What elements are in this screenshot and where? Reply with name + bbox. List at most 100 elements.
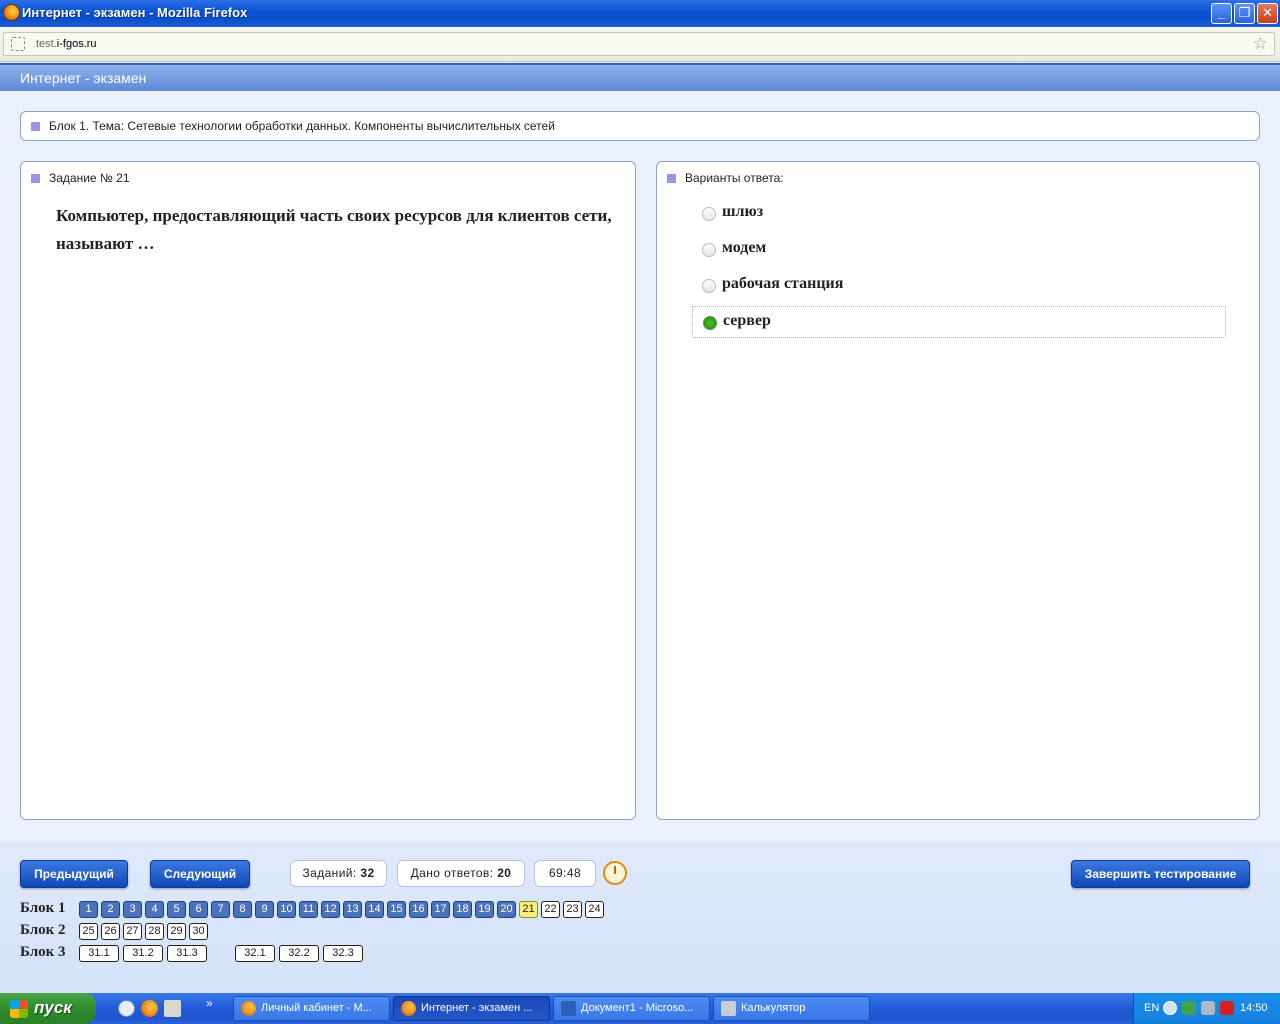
radio-button[interactable] bbox=[702, 207, 716, 221]
taskbar-task[interactable]: Личный кабинет - М... bbox=[233, 996, 390, 1021]
question-nav-21[interactable]: 21 bbox=[519, 901, 538, 918]
question-nav-7[interactable]: 7 bbox=[211, 901, 230, 918]
page-header-title: Интернет - экзамен bbox=[20, 70, 147, 86]
bullet-icon bbox=[31, 122, 40, 132]
navigation-bar: test.i-fgos.ru ☆ bbox=[0, 27, 1280, 62]
question-nav-2[interactable]: 2 bbox=[101, 901, 120, 918]
firefox-quicklaunch-icon[interactable] bbox=[141, 1000, 158, 1017]
firefox-icon bbox=[3, 4, 20, 21]
window-titlebar: Интернет - экзамен - Mozilla Firefox _ ❐… bbox=[0, 0, 1280, 27]
url-field[interactable]: test.i-fgos.ru ☆ bbox=[3, 32, 1275, 56]
answer-option-label: рабочая станция bbox=[722, 275, 844, 292]
question-nav-4[interactable]: 4 bbox=[145, 901, 164, 918]
taskbar-task[interactable]: Интернет - экзамен ... bbox=[393, 996, 550, 1021]
question-nav-17[interactable]: 17 bbox=[431, 901, 450, 918]
question-nav-16[interactable]: 16 bbox=[409, 901, 428, 918]
question-nav-31.1[interactable]: 31.1 bbox=[79, 945, 119, 962]
maximize-button[interactable]: ❐ bbox=[1234, 3, 1255, 24]
finish-test-button[interactable]: Завершить тестирование bbox=[1071, 860, 1250, 888]
question-nav-31.3[interactable]: 31.3 bbox=[167, 945, 207, 962]
bullet-icon bbox=[667, 174, 676, 184]
firefox-icon bbox=[401, 1001, 416, 1016]
question-nav-5[interactable]: 5 bbox=[167, 901, 186, 918]
tray-app-icon[interactable] bbox=[1201, 1001, 1215, 1015]
answer-option[interactable]: рабочая станция bbox=[692, 270, 1226, 302]
taskbar-task[interactable]: Калькулятор bbox=[713, 996, 870, 1021]
tray-expand-icon[interactable] bbox=[1163, 1001, 1177, 1015]
question-nav-8[interactable]: 8 bbox=[233, 901, 252, 918]
network-tray-icon[interactable] bbox=[1182, 1001, 1196, 1015]
block-label: Блок 3 bbox=[20, 944, 66, 960]
question-nav-9[interactable]: 9 bbox=[255, 901, 274, 918]
question-panel: Задание № 21 Компьютер, предоставляющий … bbox=[20, 161, 636, 820]
question-nav-32.3[interactable]: 32.3 bbox=[323, 945, 363, 962]
question-nav-31.2[interactable]: 31.2 bbox=[123, 945, 163, 962]
radio-button[interactable] bbox=[702, 279, 716, 293]
language-indicator[interactable]: EN bbox=[1144, 1002, 1159, 1014]
antivirus-tray-icon[interactable] bbox=[1220, 1001, 1234, 1015]
exam-footer: Предыдущий Следующий Заданий: 32 Дано от… bbox=[0, 841, 1280, 993]
minimize-button[interactable]: _ bbox=[1211, 3, 1232, 24]
scanner-quicklaunch-icon[interactable] bbox=[164, 1000, 181, 1017]
question-nav-28[interactable]: 28 bbox=[145, 923, 164, 940]
question-nav-19[interactable]: 19 bbox=[475, 901, 494, 918]
question-nav-26[interactable]: 26 bbox=[101, 923, 120, 940]
taskbar-task[interactable]: Документ1 - Microso... bbox=[553, 996, 710, 1021]
question-nav-14[interactable]: 14 bbox=[365, 901, 384, 918]
block-label: Блок 2 bbox=[20, 922, 66, 938]
firefox-icon bbox=[241, 1001, 256, 1016]
block-topic: Блок 1. Тема: Сетевые технологии обработ… bbox=[49, 119, 555, 133]
answer-option-label: модем bbox=[722, 239, 767, 256]
question-nav-22[interactable]: 22 bbox=[541, 901, 560, 918]
question-text: Компьютер, предоставляющий часть своих р… bbox=[56, 206, 612, 253]
question-nav-11[interactable]: 11 bbox=[299, 901, 318, 918]
bullet-icon bbox=[31, 174, 40, 184]
site-identity-icon[interactable] bbox=[11, 37, 25, 51]
question-nav-24[interactable]: 24 bbox=[585, 901, 604, 918]
answer-option-label: шлюз bbox=[722, 203, 764, 220]
answer-option[interactable]: шлюз bbox=[692, 198, 1226, 230]
block-label: Блок 1 bbox=[20, 900, 66, 916]
windows-taskbar: пуск » Личный кабинет - М... Интернет - э… bbox=[0, 993, 1280, 1024]
question-nav-29[interactable]: 29 bbox=[167, 923, 186, 940]
ie-quicklaunch-icon[interactable] bbox=[118, 1000, 135, 1017]
question-nav-18[interactable]: 18 bbox=[453, 901, 472, 918]
question-nav-13[interactable]: 13 bbox=[343, 901, 362, 918]
answers-counter: Дано ответов: 20 bbox=[397, 860, 525, 887]
next-button[interactable]: Следующий bbox=[150, 860, 250, 888]
question-nav-32.1[interactable]: 32.1 bbox=[235, 945, 275, 962]
question-nav-27[interactable]: 27 bbox=[123, 923, 142, 940]
question-nav-32.2[interactable]: 32.2 bbox=[279, 945, 319, 962]
answer-option[interactable]: модем bbox=[692, 234, 1226, 266]
taskbar-task-label: Личный кабинет - М... bbox=[261, 1002, 372, 1014]
taskbar-task-label: Интернет - экзамен ... bbox=[421, 1002, 533, 1014]
question-nav-25[interactable]: 25 bbox=[79, 923, 98, 940]
bookmark-star-icon[interactable]: ☆ bbox=[1253, 34, 1268, 54]
question-nav-15[interactable]: 15 bbox=[387, 901, 406, 918]
taskbar-task-label: Калькулятор bbox=[741, 1002, 806, 1014]
question-nav-6[interactable]: 6 bbox=[189, 901, 208, 918]
alarm-clock-icon bbox=[603, 861, 627, 885]
radio-selected[interactable] bbox=[703, 316, 717, 330]
task-number: Задание № 21 bbox=[49, 171, 130, 185]
answer-option[interactable]: сервер bbox=[692, 306, 1226, 338]
exam-content: Блок 1. Тема: Сетевые технологии обработ… bbox=[0, 91, 1280, 841]
answers-label: Варианты ответа: bbox=[685, 171, 784, 185]
clock: 14:50 bbox=[1240, 1002, 1268, 1014]
quicklaunch-more-icon[interactable]: » bbox=[206, 996, 213, 1010]
question-nav-23[interactable]: 23 bbox=[563, 901, 582, 918]
start-button[interactable]: пуск bbox=[0, 993, 96, 1024]
radio-button[interactable] bbox=[702, 243, 716, 257]
previous-button[interactable]: Предыдущий bbox=[20, 860, 128, 888]
url-text: test.i-fgos.ru bbox=[36, 38, 97, 50]
question-nav-12[interactable]: 12 bbox=[321, 901, 340, 918]
windows-flag-icon bbox=[10, 1000, 28, 1018]
question-nav-1[interactable]: 1 bbox=[79, 901, 98, 918]
question-nav-30[interactable]: 30 bbox=[189, 923, 208, 940]
answer-option-label: сервер bbox=[723, 312, 771, 329]
question-nav-3[interactable]: 3 bbox=[123, 901, 142, 918]
question-nav-20[interactable]: 20 bbox=[497, 901, 516, 918]
answers-panel: Варианты ответа: шлюз модем рабочая станци… bbox=[656, 161, 1260, 820]
close-button[interactable]: ✕ bbox=[1257, 3, 1278, 24]
question-nav-10[interactable]: 10 bbox=[277, 901, 296, 918]
